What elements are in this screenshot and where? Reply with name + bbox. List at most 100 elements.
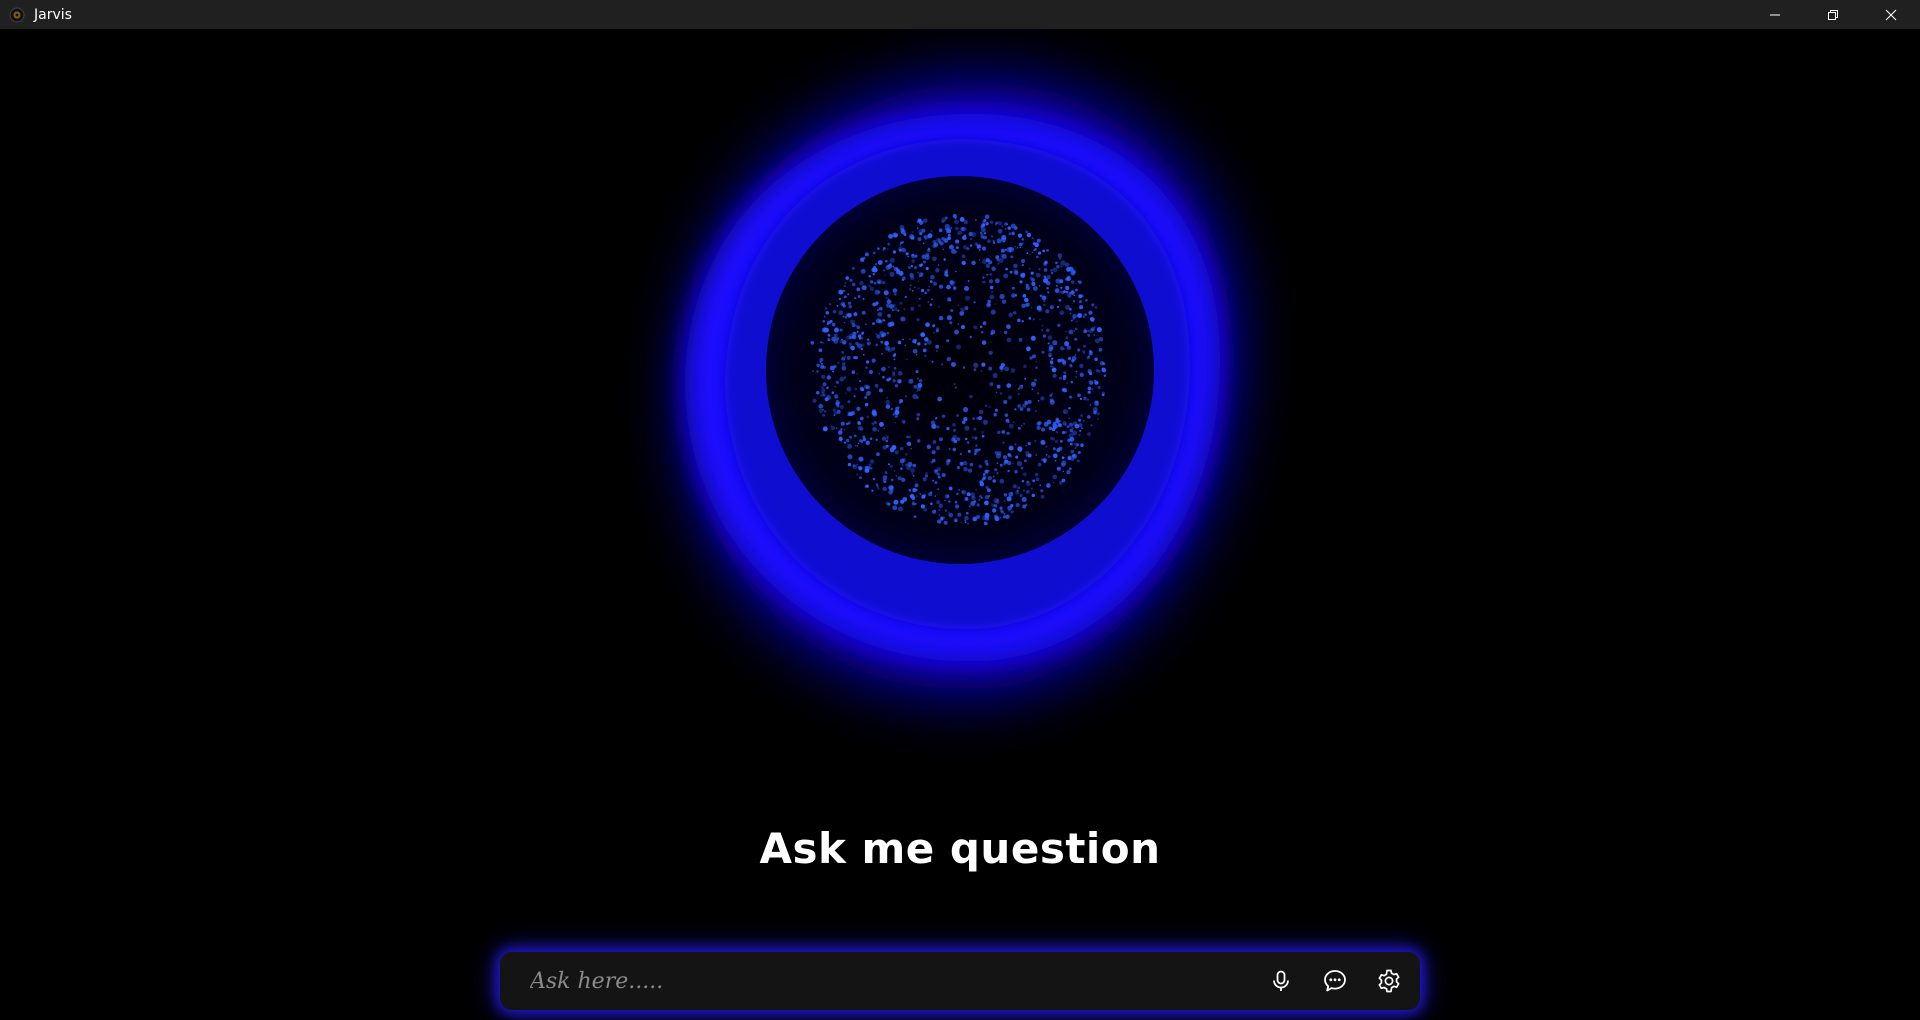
- orb-particle: [925, 266, 929, 271]
- orb-particle: [844, 356, 847, 358]
- orb-particle: [1059, 420, 1062, 422]
- orb-particle: [1005, 418, 1010, 423]
- orb-particle: [1068, 417, 1070, 420]
- orb-particle: [872, 427, 877, 432]
- ask-bar: [500, 951, 1420, 1011]
- orb-particle: [1034, 243, 1039, 248]
- orb-particle: [929, 303, 933, 307]
- orb-particle: [920, 263, 923, 266]
- orb-visual: [685, 83, 1231, 690]
- orb-particle: [1023, 364, 1027, 369]
- orb-particle: [946, 284, 951, 290]
- orb-particle: [978, 249, 981, 251]
- orb-particle: [865, 385, 870, 390]
- orb-particle: [1017, 387, 1020, 390]
- orb-particle: [948, 244, 954, 250]
- orb-particle: [1045, 328, 1050, 333]
- orb-particle: [1054, 439, 1058, 443]
- orb-particle: [1052, 474, 1058, 480]
- orb-particle: [1061, 290, 1065, 295]
- orb-particle: [854, 387, 858, 391]
- orb-particle: [915, 354, 918, 356]
- microphone-button[interactable]: [1254, 954, 1308, 1008]
- orb-particle: [859, 380, 862, 383]
- orb-particle: [915, 396, 919, 399]
- orb-particle: [1050, 268, 1053, 272]
- orb-particle: [1007, 453, 1011, 457]
- orb-particle: [988, 303, 991, 307]
- restore-button[interactable]: [1804, 0, 1862, 29]
- orb-particle: [1032, 354, 1036, 359]
- orb-particle: [864, 485, 867, 488]
- close-button[interactable]: [1862, 0, 1920, 29]
- orb-particle: [1024, 377, 1027, 380]
- orb-particle: [1021, 496, 1027, 503]
- orb-particle: [935, 329, 939, 333]
- orb-particle: [916, 377, 919, 380]
- orb-particle: [1023, 422, 1026, 425]
- orb-particle: [944, 499, 946, 502]
- orb-particle: [1080, 427, 1083, 430]
- orb-particle: [852, 464, 858, 470]
- orb-particle: [973, 500, 977, 503]
- orb-particle: [913, 384, 918, 389]
- orb-particle: [951, 248, 956, 254]
- orb-particle: [1017, 393, 1020, 396]
- orb-particle: [916, 318, 920, 322]
- orb-particle: [982, 477, 986, 481]
- minimize-button[interactable]: [1746, 0, 1804, 29]
- orb-particle: [976, 246, 980, 249]
- orb-particle: [929, 502, 933, 506]
- orb-particle: [920, 289, 925, 293]
- orb-particle: [958, 489, 961, 491]
- orb-particle: [925, 252, 930, 257]
- orb-particle: [1092, 407, 1098, 413]
- settings-button[interactable]: [1362, 954, 1416, 1008]
- orb-particle: [856, 373, 859, 375]
- orb-particle: [832, 408, 836, 412]
- orb-particle: [841, 362, 846, 366]
- orb-particle: [980, 370, 983, 372]
- orb-particle: [859, 476, 863, 480]
- orb-particle: [1007, 460, 1012, 466]
- orb-particle: [975, 488, 977, 491]
- orb-particle: [841, 365, 847, 371]
- orb-particle: [991, 235, 993, 238]
- orb-particle: [919, 493, 922, 495]
- orb-particle: [1094, 380, 1099, 385]
- orb-particle: [883, 269, 886, 272]
- orb-particle: [871, 489, 874, 492]
- orb-particle: [1006, 431, 1010, 435]
- orb-particle: [964, 521, 967, 524]
- orb-particle: [946, 356, 951, 362]
- orb-particle: [1095, 400, 1099, 404]
- orb-particle: [1042, 334, 1047, 338]
- orb-particle: [1064, 423, 1068, 427]
- orb-particle: [982, 280, 986, 284]
- orb-particle: [960, 325, 966, 330]
- orb-particle: [1077, 444, 1079, 446]
- orb-particle: [900, 316, 906, 322]
- orb-particle: [869, 280, 874, 284]
- chat-button[interactable]: [1308, 954, 1362, 1008]
- orb-particle: [860, 416, 864, 421]
- window-title: Jarvis: [34, 6, 72, 23]
- orb-particle: [1045, 309, 1050, 314]
- orb-particle: [865, 323, 867, 326]
- orb-particle: [885, 296, 888, 299]
- orb-particle: [837, 430, 843, 435]
- orb-particle: [822, 341, 825, 344]
- orb-particle: [854, 444, 857, 447]
- orb-particle: [888, 366, 890, 368]
- orb-particle: [973, 325, 978, 330]
- ask-input[interactable]: [500, 951, 1254, 1011]
- orb-particle: [1043, 268, 1048, 272]
- orb-particle: [848, 342, 853, 346]
- orb-particle: [892, 250, 897, 254]
- orb-particle: [912, 348, 918, 354]
- orb-particle: [1063, 388, 1068, 393]
- orb-particle: [894, 450, 899, 455]
- orb-particle: [882, 475, 888, 480]
- orb-particle: [908, 288, 912, 291]
- orb-particle: [989, 273, 992, 276]
